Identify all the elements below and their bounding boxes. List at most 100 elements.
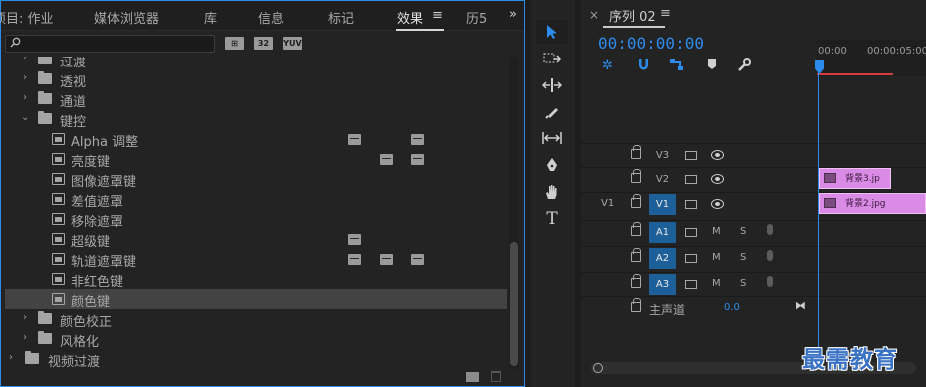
tree-folder-channel[interactable]: › 通道: [5, 89, 507, 110]
vertical-scrollbar[interactable]: [509, 57, 519, 369]
go-to-in-out-icon[interactable]: ⧓: [795, 299, 806, 312]
microphone-icon[interactable]: [767, 276, 773, 287]
delete-icon[interactable]: [491, 371, 501, 382]
eye-icon[interactable]: [711, 150, 724, 160]
slip-icon[interactable]: [536, 126, 568, 150]
master-track-label: 主声道: [649, 303, 686, 317]
chevron-right-icon[interactable]: ›: [23, 72, 33, 84]
lock-icon[interactable]: [631, 298, 641, 312]
hand-icon[interactable]: [536, 180, 568, 204]
sync-lock-icon[interactable]: [685, 280, 697, 289]
tab-info[interactable]: 信息: [258, 8, 284, 27]
close-icon[interactable]: ×: [589, 8, 599, 22]
mute-button[interactable]: M: [712, 252, 721, 263]
chevron-right-icon[interactable]: ›: [23, 57, 33, 64]
folder-icon: [38, 311, 52, 324]
hamburger-icon[interactable]: ≡: [660, 6, 671, 21]
track-target-a1[interactable]: A1: [649, 222, 676, 243]
tab-project[interactable]: 项目: 作业: [0, 8, 54, 27]
eye-icon[interactable]: [711, 199, 724, 209]
sync-lock-icon[interactable]: [685, 254, 697, 263]
settings-wrench-icon[interactable]: [737, 58, 751, 76]
mute-button[interactable]: M: [712, 226, 721, 237]
source-patch-v1[interactable]: V1: [601, 198, 614, 209]
solo-button[interactable]: S: [740, 278, 746, 289]
lock-icon[interactable]: [631, 248, 641, 262]
accelerated-effects-icon[interactable]: ⊞: [225, 37, 244, 50]
master-volume-value[interactable]: 0.0: [724, 302, 740, 313]
sync-lock-icon[interactable]: [685, 200, 697, 209]
scrollbar-thumb[interactable]: [510, 242, 518, 366]
tree-folder-stylize[interactable]: › 风格化: [5, 329, 507, 350]
track-target-a3[interactable]: A3: [649, 274, 676, 295]
tree-effect-ultra-key[interactable]: 超级键: [5, 229, 507, 250]
time-ruler[interactable]: 00:00 00:00:05:00: [817, 40, 926, 76]
chevron-down-icon[interactable]: ⌄: [21, 112, 31, 124]
mute-button[interactable]: M: [712, 278, 721, 289]
eye-icon[interactable]: [711, 174, 724, 184]
sync-lock-icon[interactable]: [685, 151, 697, 160]
tree-folder-perspective[interactable]: › 透视: [5, 69, 507, 90]
razor-icon[interactable]: [536, 100, 568, 124]
sync-lock-icon[interactable]: [685, 228, 697, 237]
hamburger-icon[interactable]: ≡: [432, 8, 443, 23]
folder-icon: [38, 57, 52, 64]
snap-icon[interactable]: [637, 58, 650, 75]
tree-folder-video-transitions[interactable]: › 视频过渡: [5, 349, 507, 370]
tree-folder-keying[interactable]: ⌄ 键控: [5, 109, 507, 130]
chevron-right-icon[interactable]: ›: [23, 92, 33, 104]
linked-selection-icon[interactable]: [669, 58, 684, 75]
lock-icon[interactable]: [631, 274, 641, 288]
tab-history[interactable]: 历5: [466, 8, 487, 27]
track-select-icon[interactable]: [536, 47, 568, 71]
lock-icon[interactable]: [631, 145, 641, 159]
track-target-v2[interactable]: V2: [649, 169, 676, 190]
lock-icon[interactable]: [631, 169, 641, 183]
chevron-right-icon[interactable]: ›: [9, 352, 19, 364]
add-marker-icon[interactable]: [707, 58, 717, 74]
microphone-icon[interactable]: [767, 250, 773, 261]
track-target-v3[interactable]: V3: [649, 145, 676, 166]
tree-effect-color-key[interactable]: 颜色键: [5, 289, 507, 310]
sequence-tab[interactable]: 序列 02: [609, 6, 656, 25]
tab-effects[interactable]: 效果: [397, 8, 423, 27]
tree-folder-color-correction[interactable]: › 颜色校正: [5, 309, 507, 330]
scroll-handle[interactable]: [593, 363, 603, 373]
32-bit-color-icon[interactable]: 32: [254, 37, 273, 50]
type-tool-icon[interactable]: T: [536, 207, 568, 231]
lock-icon[interactable]: [631, 194, 641, 208]
tree-effect-image-matte-key[interactable]: 图像遮罩键: [5, 169, 507, 190]
track-master: 主声道 0.0 ⧓: [581, 296, 926, 320]
track-target-v1[interactable]: V1: [649, 194, 676, 215]
selection-tool-icon[interactable]: [536, 20, 568, 44]
tree-effect-alpha-adjust[interactable]: Alpha 调整: [5, 129, 507, 150]
chevron-right-icon[interactable]: ›: [23, 332, 33, 344]
microphone-icon[interactable]: [767, 224, 773, 235]
new-custom-bin-icon[interactable]: [466, 372, 479, 382]
timeline-header: × 序列 02 ≡ 00:00:00:00 ✲ 00:00 00:00:05:0…: [581, 0, 926, 140]
solo-button[interactable]: S: [740, 252, 746, 263]
tab-libraries[interactable]: 库: [204, 8, 217, 27]
tab-media-browser[interactable]: 媒体浏览器: [94, 8, 159, 27]
track-target-a2[interactable]: A2: [649, 248, 676, 269]
tree-effect-remove-matte[interactable]: 移除遮罩: [5, 209, 507, 230]
yuv-effects-icon[interactable]: YUV: [283, 37, 302, 50]
tab-markers[interactable]: 标记: [328, 8, 354, 27]
tree-effect-luma-key[interactable]: 亮度键: [5, 149, 507, 170]
playhead-timecode[interactable]: 00:00:00:00: [598, 34, 704, 53]
clip-v2[interactable]: 背景3.jp: [819, 168, 891, 189]
tree-effect-track-matte-key[interactable]: 轨道遮罩键: [5, 249, 507, 270]
double-chevron-right-icon[interactable]: »: [509, 7, 517, 22]
solo-button[interactable]: S: [740, 226, 746, 237]
nest-icon[interactable]: ✲: [602, 58, 613, 73]
tree-effect-difference-matte[interactable]: 差值遮罩: [5, 189, 507, 210]
ripple-edit-icon[interactable]: [536, 73, 568, 97]
sync-lock-icon[interactable]: [685, 175, 697, 184]
clip-v1[interactable]: 背景2.jpg: [819, 193, 926, 214]
chevron-right-icon[interactable]: ›: [23, 312, 33, 324]
pen-icon[interactable]: [536, 153, 568, 177]
tree-effect-non-red-key[interactable]: 非红色键: [5, 269, 507, 290]
tree-folder-transitions[interactable]: › 过渡: [5, 57, 507, 70]
lock-icon[interactable]: [631, 222, 641, 236]
search-input[interactable]: [5, 35, 215, 53]
